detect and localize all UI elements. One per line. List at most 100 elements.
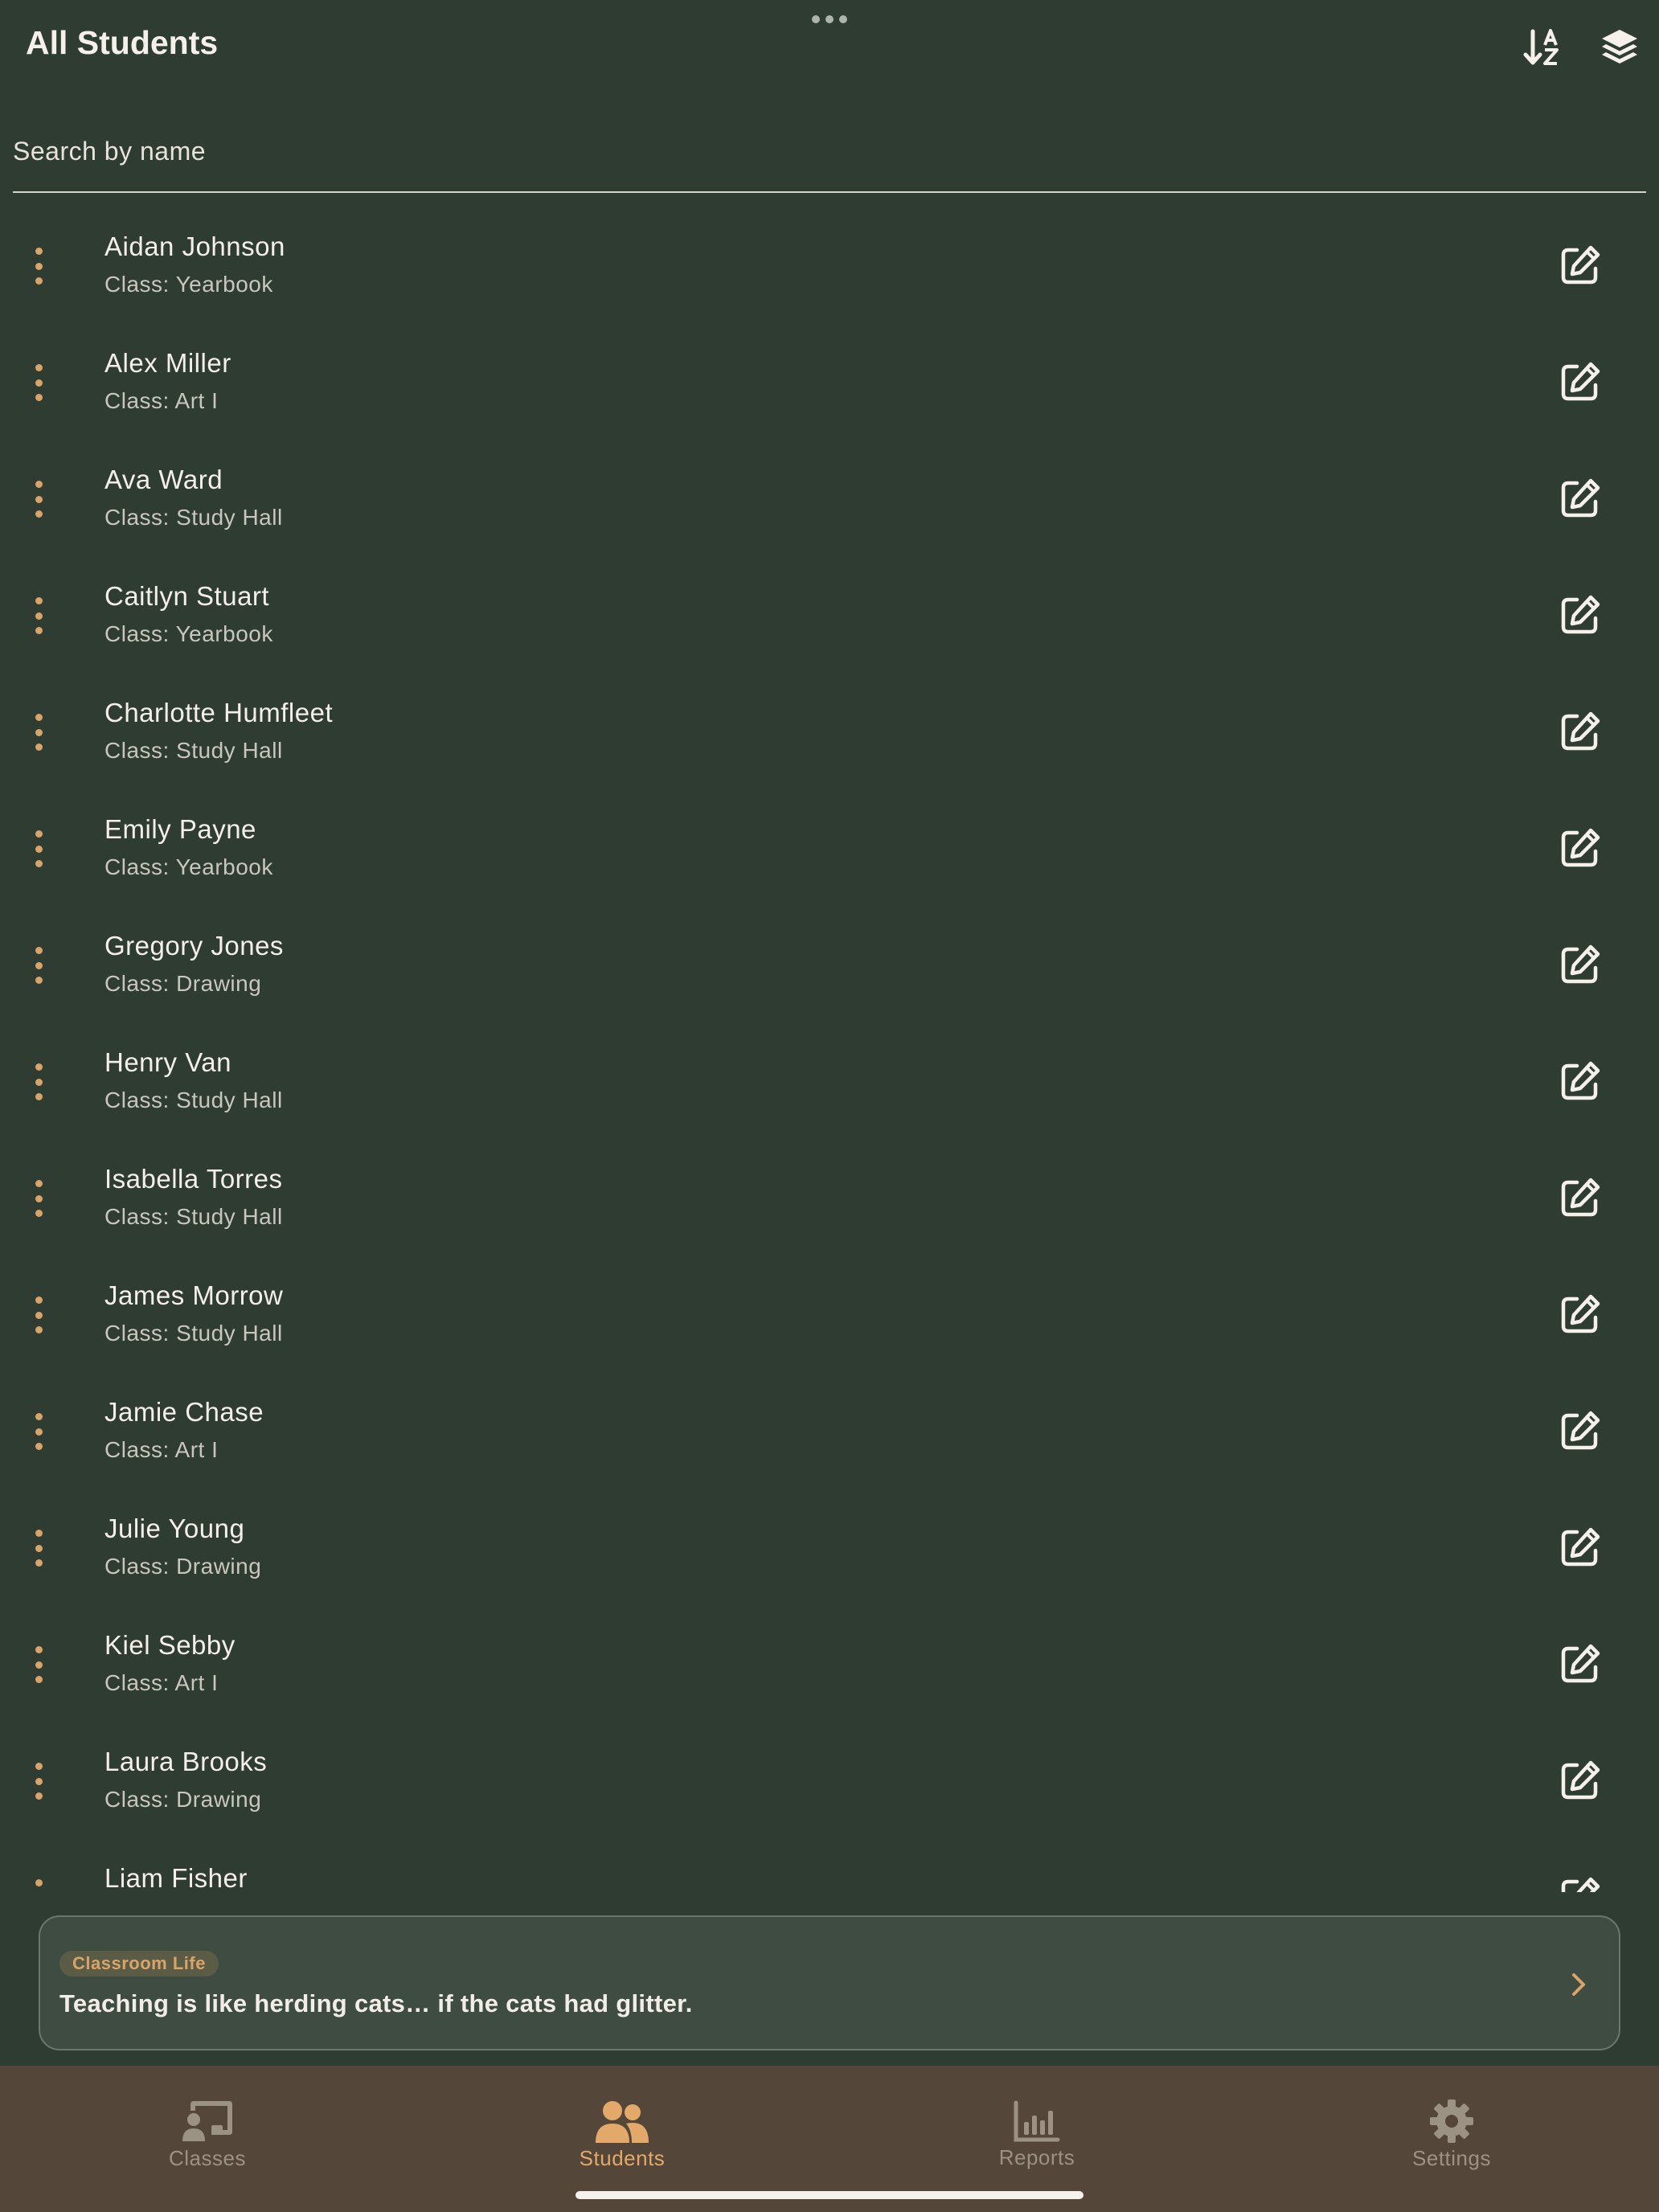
row-more-menu-button[interactable] [23, 1763, 55, 1800]
student-row[interactable]: Emily Payne Class: Yearbook [0, 790, 1659, 907]
row-more-menu-button[interactable] [23, 1646, 55, 1683]
edit-icon [1561, 1411, 1600, 1450]
edit-icon [1561, 245, 1600, 285]
page-title: All Students [26, 24, 219, 61]
student-class: Class: Study Hall [104, 1204, 283, 1229]
tab-classes[interactable]: Classes [0, 2066, 415, 2170]
edit-icon [1561, 711, 1600, 751]
edit-student-button[interactable] [1556, 824, 1604, 872]
students-icon [594, 2098, 650, 2144]
edit-student-button[interactable] [1556, 591, 1604, 639]
student-class: Class: Drawing [104, 1787, 262, 1812]
student-name: Charlotte Humfleet [104, 698, 334, 727]
edit-student-button[interactable] [1556, 1407, 1604, 1455]
student-row[interactable]: Henry Van Class: Study Hall [0, 1023, 1659, 1140]
row-more-menu-button[interactable] [23, 947, 55, 984]
row-more-menu-button[interactable] [23, 597, 55, 634]
edit-student-button[interactable] [1556, 474, 1604, 522]
edit-student-button[interactable] [1556, 358, 1604, 406]
student-class: Class: Drawing [104, 1554, 262, 1579]
student-row[interactable]: Caitlyn Stuart Class: Yearbook [0, 557, 1659, 674]
tab-reports[interactable]: Reports [830, 2066, 1244, 2170]
edit-student-button[interactable] [1556, 1873, 1604, 1892]
edit-icon [1561, 1877, 1600, 1892]
student-name: Emily Payne [104, 814, 256, 844]
tab-students[interactable]: Students [415, 2066, 830, 2170]
edit-student-button[interactable] [1556, 1756, 1604, 1804]
row-more-menu-button[interactable] [23, 1879, 55, 1892]
student-name: Jamie Chase [104, 1397, 264, 1427]
student-row[interactable]: Jamie Chase Class: Art I [0, 1373, 1659, 1489]
student-name: James Morrow [104, 1280, 284, 1310]
home-indicator[interactable] [576, 2191, 1083, 2199]
tab-label: Students [579, 2146, 666, 2170]
student-list[interactable]: Aidan Johnson Class: Yearbook Alex Mille… [0, 207, 1659, 1892]
row-more-menu-button[interactable] [23, 714, 55, 751]
edit-icon [1561, 595, 1600, 634]
edit-student-button[interactable] [1556, 241, 1604, 289]
bar-chart-icon [1009, 2098, 1065, 2144]
student-row[interactable]: Isabella Torres Class: Study Hall [0, 1140, 1659, 1256]
search-input[interactable] [13, 119, 1646, 183]
layers-button[interactable] [1595, 23, 1645, 72]
edit-student-button[interactable] [1556, 1523, 1604, 1571]
row-more-menu-button[interactable] [23, 248, 55, 285]
student-name: Isabella Torres [104, 1164, 283, 1194]
edit-icon [1561, 478, 1600, 518]
student-row[interactable]: Ava Ward Class: Study Hall [0, 440, 1659, 557]
student-row[interactable]: Laura Brooks Class: Drawing [0, 1722, 1659, 1839]
student-row[interactable]: Kiel Sebby Class: Art I [0, 1606, 1659, 1722]
quote-banner[interactable]: Classroom Life Teaching is like herding … [39, 1915, 1620, 2050]
edit-student-button[interactable] [1556, 707, 1604, 756]
edit-icon [1561, 1178, 1600, 1217]
edit-student-button[interactable] [1556, 1174, 1604, 1222]
banner-message: Teaching is like herding cats… if the ca… [59, 1989, 693, 2017]
student-class: Class: Study Hall [104, 1321, 283, 1346]
student-name: Aidan Johnson [104, 231, 285, 261]
row-more-menu-button[interactable] [23, 1063, 55, 1100]
tab-settings[interactable]: Settings [1244, 2066, 1659, 2170]
row-more-menu-button[interactable] [23, 1296, 55, 1333]
student-name: Julie Young [104, 1514, 245, 1543]
edit-icon [1561, 1760, 1600, 1800]
student-class: Class: Yearbook [104, 854, 273, 879]
student-row[interactable]: Gregory Jones Class: Drawing [0, 907, 1659, 1023]
student-row[interactable]: James Morrow Class: Study Hall [0, 1256, 1659, 1373]
edit-icon [1561, 1527, 1600, 1567]
student-class: Class: Study Hall [104, 505, 283, 530]
edit-student-button[interactable] [1556, 1290, 1604, 1338]
edit-student-button[interactable] [1556, 940, 1604, 989]
sort-button[interactable] [1518, 23, 1567, 72]
edit-icon [1561, 1061, 1600, 1100]
banner-tag: Classroom Life [59, 1951, 219, 1976]
chevron-right-icon [1564, 1968, 1593, 2001]
row-more-menu-button[interactable] [23, 481, 55, 518]
edit-icon [1561, 1644, 1600, 1683]
student-row[interactable]: Liam Fisher [0, 1839, 1659, 1892]
bottom-tab-bar: Classes Students Reports Settings [0, 2066, 1659, 2212]
row-more-menu-button[interactable] [23, 830, 55, 867]
student-name: Kiel Sebby [104, 1630, 236, 1660]
edit-icon [1561, 362, 1600, 401]
student-class: Class: Art I [104, 1437, 219, 1462]
edit-student-button[interactable] [1556, 1640, 1604, 1688]
edit-icon [1561, 1294, 1600, 1333]
student-row[interactable]: Aidan Johnson Class: Yearbook [0, 207, 1659, 324]
gear-icon [1423, 2098, 1480, 2144]
sort-alpha-icon [1523, 29, 1559, 65]
student-name: Gregory Jones [104, 931, 284, 961]
layers-icon [1602, 30, 1637, 63]
student-row[interactable]: Charlotte Humfleet Class: Study Hall [0, 674, 1659, 790]
student-class: Class: Art I [104, 388, 219, 413]
edit-student-button[interactable] [1556, 1057, 1604, 1105]
row-more-menu-button[interactable] [23, 1413, 55, 1450]
row-more-menu-button[interactable] [23, 1180, 55, 1217]
student-row[interactable]: Alex Miller Class: Art I [0, 324, 1659, 440]
student-class: Class: Art I [104, 1670, 219, 1695]
student-class: Class: Study Hall [104, 738, 283, 763]
app-root: All Students Aidan Johnson Class: Yearbo… [0, 0, 1659, 2212]
row-more-menu-button[interactable] [23, 364, 55, 401]
row-more-menu-button[interactable] [23, 1530, 55, 1567]
classroom-icon [179, 2098, 236, 2144]
student-row[interactable]: Julie Young Class: Drawing [0, 1489, 1659, 1606]
